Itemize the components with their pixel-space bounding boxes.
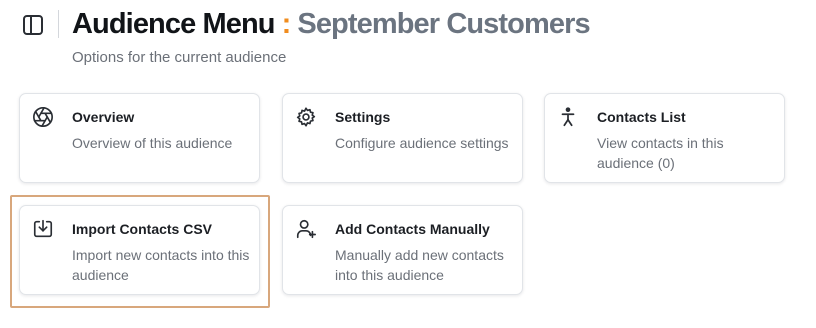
overview-card[interactable]: Overview Overview of this audience	[19, 93, 260, 183]
contacts-list-card[interactable]: Contacts List View contacts in this audi…	[544, 93, 785, 183]
page-title-main: Audience Menu	[72, 8, 276, 40]
card-title: Overview	[72, 109, 135, 125]
import-icon	[32, 218, 54, 240]
settings-card[interactable]: Settings Configure audience settings	[282, 93, 523, 183]
card-title: Settings	[335, 109, 391, 125]
card-description: Overview of this audience	[72, 135, 233, 151]
audience-menu-page: Audience Menu: September Customers Option…	[0, 0, 816, 328]
card-title: Add Contacts Manually	[335, 221, 490, 237]
card-title: Contacts List	[597, 109, 686, 125]
card-description: View contacts in this audience (0)	[597, 135, 724, 171]
card-title: Import Contacts CSV	[72, 221, 213, 237]
audience-name: September Customers	[297, 8, 590, 40]
person-icon	[557, 106, 579, 128]
card-description: Import new contacts into this audience	[72, 247, 250, 283]
import-contacts-csv-card[interactable]: Import Contacts CSV Import new contacts …	[19, 205, 260, 295]
user-plus-icon	[295, 218, 317, 240]
header-divider	[58, 10, 59, 38]
card-description: Configure audience settings	[335, 135, 509, 151]
page-title-separator: :	[281, 8, 292, 40]
add-contacts-manually-card[interactable]: Add Contacts Manually Manually add new c…	[282, 205, 523, 295]
sidebar-toggle-icon[interactable]	[22, 14, 44, 36]
page-subtitle: Options for the current audience	[72, 49, 287, 66]
page-title: Audience Menu: September Customers	[72, 6, 591, 42]
card-description: Manually add new contacts into this audi…	[335, 247, 504, 283]
aperture-icon	[32, 106, 54, 128]
gear-icon	[295, 106, 317, 128]
